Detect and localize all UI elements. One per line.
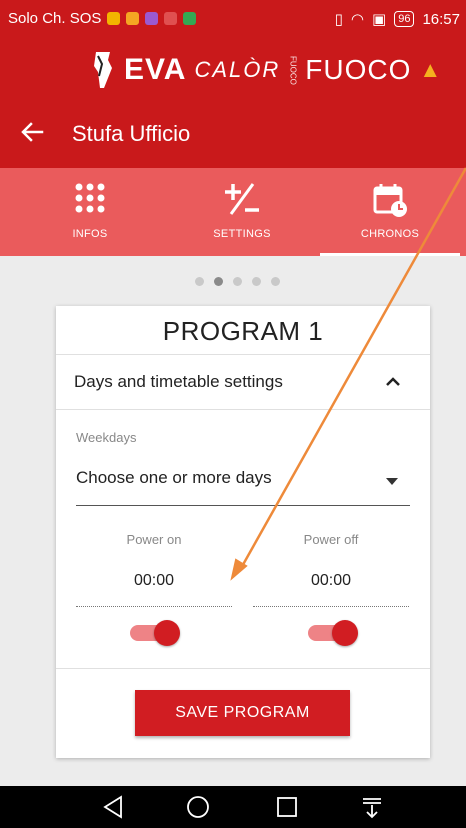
toggle-knob	[154, 620, 180, 646]
nav-notifications-icon[interactable]	[357, 792, 387, 822]
carrier-label: Solo Ch. SOS	[8, 10, 102, 27]
save-program-button[interactable]: SAVE PROGRAM	[135, 690, 350, 736]
weekdays-label: Weekdays	[76, 430, 137, 445]
page-dot[interactable]	[233, 277, 242, 286]
lady-silhouette-icon	[94, 52, 112, 88]
program-title: PROGRAM 1	[162, 316, 324, 346]
gallery-app-icon	[145, 12, 159, 25]
section-title: Days and timetable settings	[74, 372, 283, 391]
vibrate-icon: ▯	[334, 11, 343, 28]
wifi-icon: ◠	[350, 11, 365, 28]
back-button[interactable]	[18, 118, 52, 152]
tab-settings[interactable]: SETTINGS	[172, 168, 312, 256]
brand-logo: EVA CALÒR FUOCO FUOCO ▲	[90, 50, 441, 90]
nav-recents-icon[interactable]	[272, 792, 302, 822]
power-on-column: Power on 00:00	[76, 532, 232, 607]
nav-back-icon[interactable]	[99, 792, 129, 822]
power-on-time-input[interactable]: 00:00	[76, 572, 232, 590]
weekdays-value: Choose one or more days	[76, 468, 272, 487]
divider	[56, 668, 430, 669]
brand-logo-bar: EVA CALÒR FUOCO FUOCO ▲	[0, 40, 466, 102]
logo-small-text: FUOCO	[288, 55, 298, 85]
nav-home-icon[interactable]	[183, 792, 213, 822]
status-bar: Solo Ch. SOS ▯ ◠ ▣ 96 16:57	[0, 0, 466, 40]
arrow-left-icon	[21, 122, 44, 142]
power-off-label: Power off	[303, 532, 359, 547]
power-on-label: Power on	[126, 532, 182, 547]
power-on-underline	[76, 606, 232, 607]
power-off-column: Power off 00:00	[253, 532, 409, 607]
calendar-clock-icon	[373, 184, 407, 217]
tab-infos[interactable]: INFOS	[20, 168, 160, 256]
page-indicator	[195, 277, 280, 286]
logo-calor-text: CALÒR	[194, 57, 281, 82]
power-off-underline	[253, 606, 409, 607]
tab-label-chronos: CHRONOS	[360, 228, 420, 240]
play-store-icon	[183, 12, 197, 25]
program-card: PROGRAM 1 Days and timetable settings We…	[56, 306, 430, 758]
page-dot[interactable]	[271, 277, 280, 286]
clock-label: 16:57	[422, 10, 460, 28]
calendar-app-icon	[164, 12, 178, 25]
tab-bar: INFOS SETTINGS CHRONOS	[0, 168, 466, 256]
system-navigation-bar	[0, 786, 466, 828]
tab-label-settings: SETTINGS	[213, 228, 271, 240]
dropdown-arrow-icon	[386, 478, 398, 485]
logo-eva-text: EVA	[124, 53, 187, 86]
grid-dots-icon	[75, 183, 105, 213]
battery-icon: 96	[394, 11, 415, 27]
logo-fuoco-text: FUOCO	[305, 54, 412, 85]
plus-minus-icon	[225, 183, 259, 215]
toggle-knob	[332, 620, 358, 646]
google-app-icon	[107, 12, 121, 25]
page-dot-active[interactable]	[214, 277, 223, 286]
page-dot[interactable]	[195, 277, 204, 286]
app-bar: Stufa Ufficio	[0, 102, 466, 168]
sim-icon: ▣	[372, 11, 387, 28]
tab-label-infos: INFOS	[72, 228, 108, 240]
power-off-toggle[interactable]	[308, 618, 358, 646]
days-timetable-section-header[interactable]: Days and timetable settings	[56, 354, 430, 410]
power-off-time-input[interactable]: 00:00	[253, 572, 409, 590]
notification-app-icon	[126, 12, 140, 25]
tab-chronos[interactable]: CHRONOS	[320, 168, 460, 256]
page-title: Stufa Ufficio	[72, 121, 191, 146]
weekdays-select[interactable]: Choose one or more days	[76, 454, 410, 506]
chevron-up-icon[interactable]	[382, 371, 404, 393]
power-on-toggle[interactable]	[130, 618, 180, 646]
flame-icon: ▲	[419, 57, 442, 82]
page-dot[interactable]	[252, 277, 261, 286]
